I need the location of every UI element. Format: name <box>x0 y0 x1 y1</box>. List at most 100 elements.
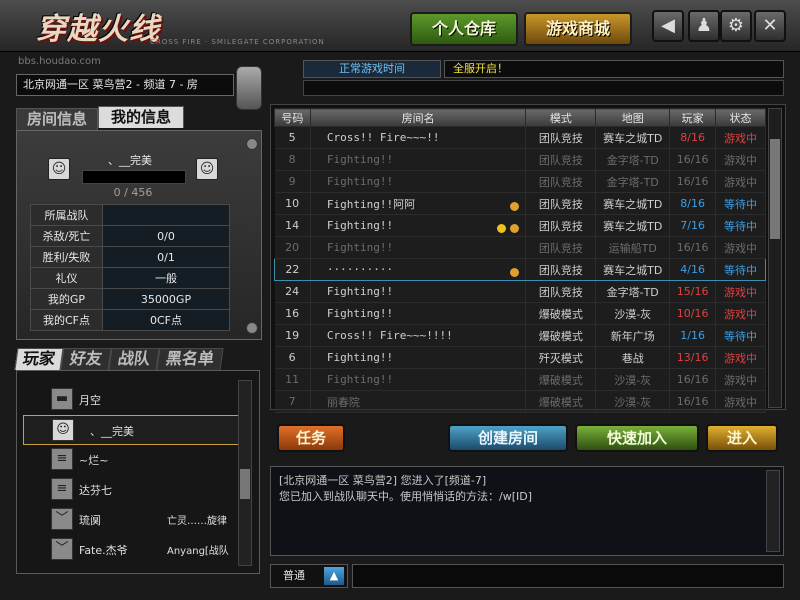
room-players: 15/16 <box>669 280 717 303</box>
room-table-header: 号码 房间名 模式 地图 玩家 状态 <box>274 108 766 127</box>
stats-row: 所属战队 <box>30 204 230 226</box>
list-item[interactable]: ﹀ 琉阒 亡灵……旋律 <box>23 505 245 535</box>
chat-scrollbar[interactable] <box>766 470 780 552</box>
room-row[interactable]: 6 Fighting!! 歼灭模式 巷战 13/16 游戏中 <box>274 346 766 369</box>
room-name: Fighting!! <box>310 346 527 369</box>
player-list: ▬ 月空 ☺ 、__完美 ≡ ~烂~ ≡ 达芬七 ﹀ 琉阒 亡灵……旋律 ﹀ F… <box>16 370 260 574</box>
list-item[interactable]: ﹀ Fate.杰爷 Anyang[战队 <box>23 535 245 565</box>
task-button[interactable]: 任务 <box>277 424 345 452</box>
column-header[interactable]: 玩家 <box>669 108 717 127</box>
scroll-thumb[interactable] <box>240 469 250 499</box>
room-map: 赛车之城TD <box>595 126 671 149</box>
tab-room-info[interactable]: 房间信息 <box>16 108 98 130</box>
room-map: 赛车之城TD <box>595 258 671 281</box>
room-row[interactable]: 16 Fighting!! 爆破模式 沙漠-灰 10/16 游戏中 <box>274 302 766 325</box>
room-map: 金字塔-TD <box>595 280 671 303</box>
room-map: 金字塔-TD <box>595 170 671 193</box>
column-header[interactable]: 状态 <box>715 108 766 127</box>
tab-blacklist[interactable]: 黑名单 <box>156 348 224 370</box>
room-row[interactable]: 10 Fighting!!阿阿 团队竞技 赛车之城TD 8/16 等待中 <box>274 192 766 215</box>
list-item[interactable]: ≡ 达芬七 <box>23 475 245 505</box>
room-row[interactable]: 7 丽春院 爆破模式 沙漠-灰 16/16 游戏中 <box>274 390 766 413</box>
stats-row: 胜利/失败 0/1 <box>30 246 230 268</box>
tab-friends[interactable]: 好友 <box>60 348 112 370</box>
back-icon[interactable]: ◀ <box>652 10 684 42</box>
exp-text: 0 / 456 <box>113 186 153 199</box>
room-map: 赛车之城TD <box>595 214 671 237</box>
room-players: 13/16 <box>669 346 717 369</box>
stat-value: 35000GP <box>102 288 230 310</box>
room-mode: 团队竞技 <box>525 148 597 171</box>
chevron-up-icon[interactable]: ▲ <box>323 566 345 586</box>
stat-key: 我的CF点 <box>30 309 103 331</box>
room-table: 号码 房间名 模式 地图 玩家 状态 5 Cross!! Fire~~~!! 团队竞… <box>274 108 766 413</box>
room-players: 16/16 <box>669 236 717 259</box>
room-name: Cross!! Fire~~~!!!! <box>310 324 527 347</box>
top-banner: 穿越火线 CROSS FIRE · SMILEGATE CORPORATION … <box>0 0 800 52</box>
stat-key: 杀敌/死亡 <box>30 225 103 247</box>
room-mode: 团队竞技 <box>525 236 597 259</box>
room-name: Fighting!! <box>310 302 527 325</box>
room-map: 运输船TD <box>595 236 671 259</box>
room-map: 金字塔-TD <box>595 148 671 171</box>
room-list-scrollbar[interactable] <box>768 108 782 408</box>
list-item[interactable]: ≡ ~烂~ <box>23 445 245 475</box>
room-row[interactable]: 11 Fighting!! 爆破模式 沙漠-灰 16/16 游戏中 <box>274 368 766 391</box>
room-name: Fighting!! <box>310 148 527 171</box>
room-state: 游戏中 <box>715 302 766 325</box>
player-list-scrollbar[interactable] <box>238 380 252 566</box>
room-row[interactable]: 5 Cross!! Fire~~~!! 团队竞技 赛车之城TD 8/16 游戏中 <box>274 126 766 149</box>
tab-my-info[interactable]: 我的信息 <box>98 106 184 128</box>
profile-icon[interactable]: ♟ <box>688 10 720 42</box>
rank-icon: ﹀ <box>51 508 73 530</box>
settings-icon[interactable]: ⚙ <box>720 10 752 42</box>
room-players: 8/16 <box>669 192 717 215</box>
column-header[interactable]: 地图 <box>595 108 671 127</box>
stat-value: 0/1 <box>102 246 230 268</box>
column-header[interactable]: 房间名 <box>309 108 527 127</box>
column-header[interactable]: 模式 <box>525 108 597 127</box>
room-number: 20 <box>274 236 311 259</box>
room-map: 沙漠-灰 <box>595 390 671 413</box>
room-row[interactable]: 14 Fighting!! 团队竞技 赛车之城TD 7/16 等待中 <box>274 214 766 237</box>
bolt-icon <box>246 322 258 334</box>
room-map: 巷战 <box>595 346 671 369</box>
chat-input[interactable] <box>352 564 784 588</box>
room-row[interactable]: 9 Fighting!! 团队竞技 金字塔-TD 16/16 游戏中 <box>274 170 766 193</box>
room-name: Fighting!! <box>310 236 527 259</box>
enter-button[interactable]: 进入 <box>706 424 778 452</box>
chat-log: [北京网通一区 菜鸟营2] 您进入了[频道-7] 您已加入到战队聊天中。使用悄悄… <box>270 466 784 556</box>
player-name: 达芬七 <box>79 484 112 497</box>
room-row[interactable]: 22 ·········· 团队竞技 赛车之城TD 4/16 等待中 <box>274 258 766 281</box>
room-row[interactable]: 24 Fighting!! 团队竞技 金字塔-TD 15/16 游戏中 <box>274 280 766 303</box>
room-state: 等待中 <box>715 214 766 237</box>
stat-value: 一般 <box>102 267 230 289</box>
room-number: 5 <box>274 126 311 149</box>
list-item[interactable]: ▬ 月空 <box>23 385 245 415</box>
stats-row: 礼仪 一般 <box>30 267 230 289</box>
room-number: 22 <box>274 258 311 281</box>
room-row[interactable]: 19 Cross!! Fire~~~!!!! 爆破模式 新年广场 1/16 等待中 <box>274 324 766 347</box>
location-label: 北京网通一区 菜鸟营2 - 频道 7 - 房 <box>16 74 234 96</box>
tab-players[interactable]: 玩家 <box>14 348 64 370</box>
rank-icon: ≡ <box>51 448 73 470</box>
player-name: 月空 <box>79 394 101 407</box>
scroll-thumb[interactable] <box>770 139 780 239</box>
player-name: 、__完美 <box>108 154 152 167</box>
create-room-button[interactable]: 创建房间 <box>448 424 568 452</box>
stat-key: 我的GP <box>30 288 103 310</box>
room-number: 10 <box>274 192 311 215</box>
column-header[interactable]: 号码 <box>274 108 311 127</box>
game-mall-button[interactable]: 游戏商城 <box>524 12 632 46</box>
list-item-selected[interactable]: ☺ 、__完美 <box>23 415 245 445</box>
room-row[interactable]: 8 Fighting!! 团队竞技 金字塔-TD 16/16 游戏中 <box>274 148 766 171</box>
room-players: 4/16 <box>669 258 717 281</box>
close-icon[interactable]: ✕ <box>754 10 786 42</box>
room-players: 16/16 <box>669 170 717 193</box>
tab-clan[interactable]: 战队 <box>108 348 160 370</box>
room-state: 游戏中 <box>715 170 766 193</box>
room-row[interactable]: 20 Fighting!! 团队竞技 运输船TD 16/16 游戏中 <box>274 236 766 259</box>
quick-join-button[interactable]: 快速加入 <box>575 424 699 452</box>
personal-warehouse-button[interactable]: 个人仓库 <box>410 12 518 46</box>
room-state: 游戏中 <box>715 346 766 369</box>
